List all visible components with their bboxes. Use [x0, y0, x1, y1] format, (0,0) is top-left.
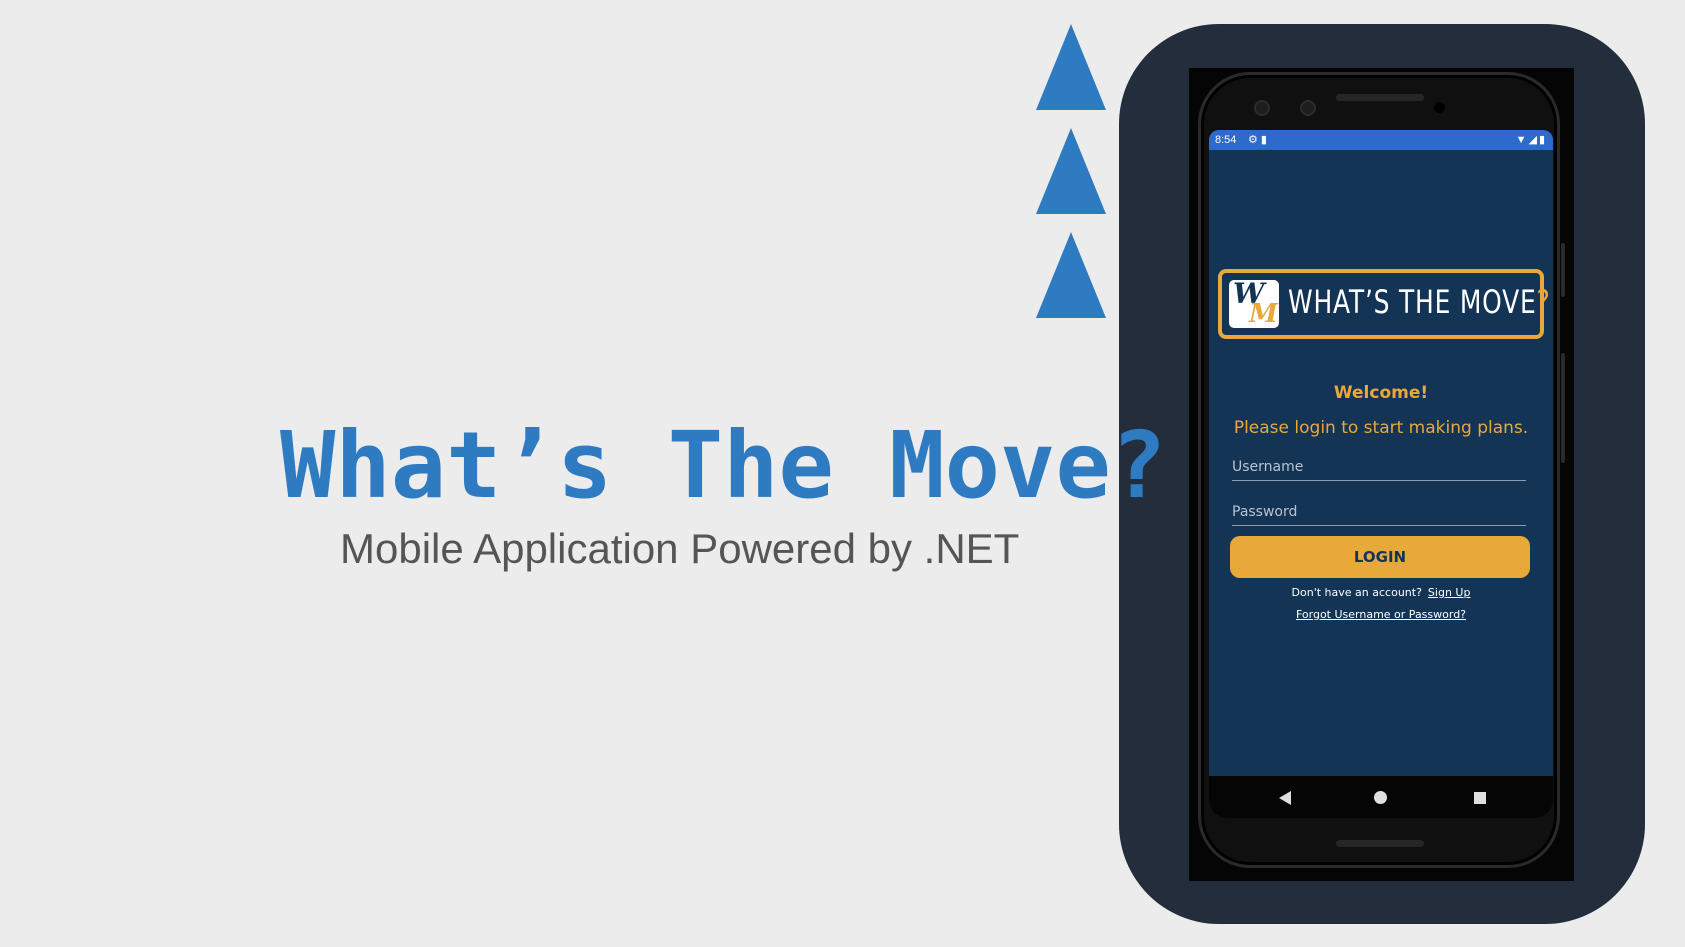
- triangle-icon: [1036, 128, 1106, 214]
- triangle-icon: [1036, 232, 1106, 318]
- username-input[interactable]: [1232, 454, 1526, 481]
- proximity-sensor-icon: [1434, 102, 1445, 113]
- signal-icon: ◢: [1528, 134, 1539, 146]
- welcome-heading: Welcome!: [1333, 383, 1429, 403]
- forgot-credentials-link[interactable]: Forgot Username or Password?: [1209, 608, 1553, 621]
- logo-text: WHAT’S THE MOVE: [1288, 283, 1537, 321]
- triangle-icon: [1036, 24, 1106, 110]
- status-right-icons: ▼◢▮: [1516, 130, 1547, 150]
- battery-icon: ▮: [1538, 134, 1547, 146]
- front-camera-icon: [1254, 100, 1270, 116]
- bottom-speaker: [1336, 840, 1424, 847]
- app-logo: W M WHAT’S THE MOVE?: [1218, 269, 1550, 339]
- slide-subtitle: Mobile Application Powered by .NET: [340, 525, 1020, 572]
- login-tagline: Please login to start making plans.: [1233, 418, 1529, 438]
- sd-card-icon: ▮: [1260, 134, 1270, 146]
- power-button: [1561, 243, 1565, 297]
- signup-link[interactable]: Sign Up: [1428, 586, 1471, 599]
- slide: What’s The Move? Mobile Application Powe…: [0, 0, 1685, 947]
- wifi-icon: ▼: [1515, 134, 1529, 146]
- phone-screen: 8:54 ⚙▮ ▼◢▮ W M WHAT’S THE MOVE? Welcome…: [1209, 130, 1553, 818]
- decorative-triangles: [1036, 24, 1106, 336]
- settings-icon: ⚙: [1248, 134, 1261, 146]
- home-icon[interactable]: [1374, 791, 1387, 804]
- volume-button: [1561, 353, 1565, 463]
- back-icon[interactable]: [1279, 791, 1291, 805]
- password-input[interactable]: [1232, 499, 1526, 526]
- logo-mark-m: M: [1249, 299, 1278, 329]
- logo-question-mark: ?: [1536, 283, 1551, 321]
- status-left-icons: ⚙▮: [1248, 130, 1270, 150]
- status-bar: 8:54 ⚙▮ ▼◢▮: [1209, 130, 1553, 150]
- status-time: 8:54: [1215, 134, 1237, 146]
- login-button[interactable]: LOGIN: [1230, 536, 1530, 578]
- earpiece-speaker: [1336, 94, 1424, 101]
- signup-prompt: Don't have an account?: [1291, 586, 1422, 599]
- slide-title: What’s The Move?: [280, 412, 1167, 519]
- front-sensor-icon: [1300, 100, 1316, 116]
- logo-wordmark: WHAT’S THE MOVE?: [1288, 286, 1551, 318]
- signup-line: Don't have an account? Sign Up: [1209, 586, 1553, 599]
- android-nav-bar: [1209, 776, 1553, 818]
- recents-icon[interactable]: [1474, 792, 1486, 804]
- logo-mark-icon: W M: [1229, 280, 1279, 328]
